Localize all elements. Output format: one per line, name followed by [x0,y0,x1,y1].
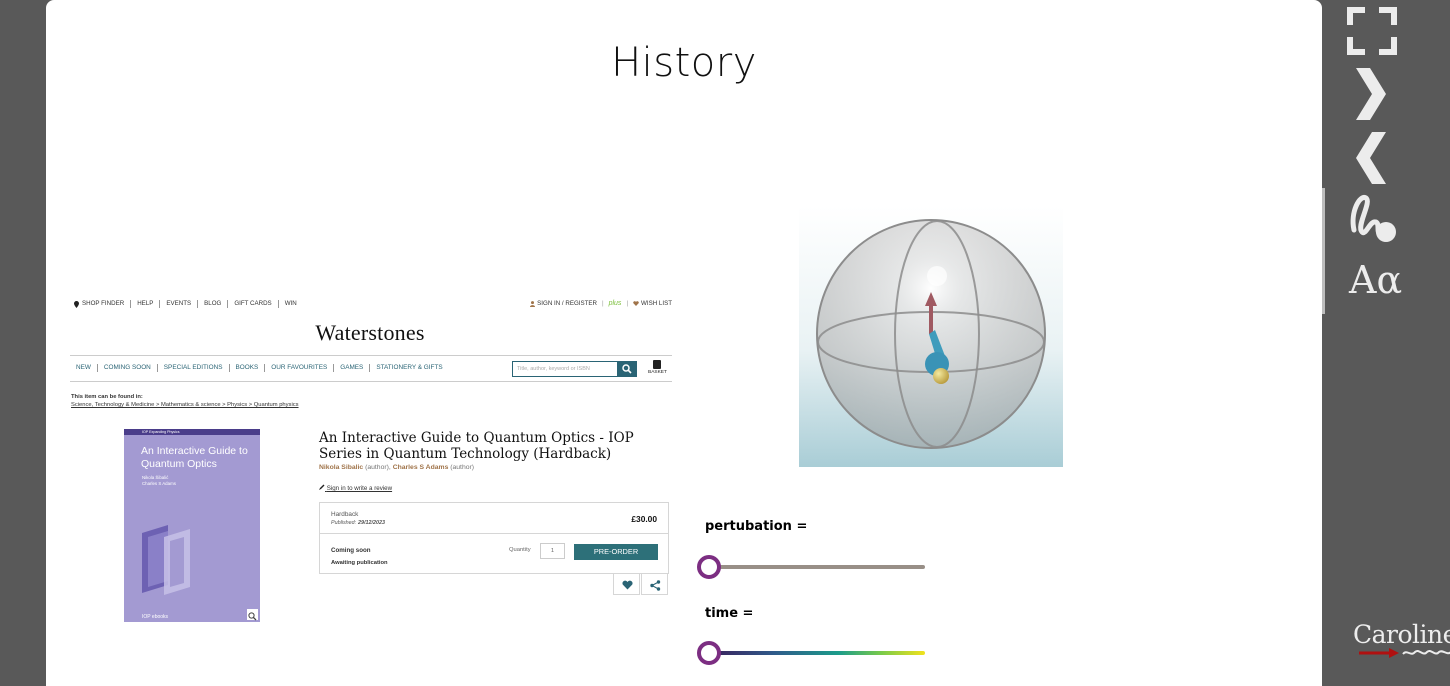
slide-title: History [611,40,757,86]
next-icon[interactable] [1346,66,1398,122]
ws-book-title: An Interactive Guide to Quantum Optics -… [319,430,634,462]
ws-menu-coming-soon: COMING SOON [98,364,158,372]
ws-wish-list: WISH LIST [641,300,672,307]
ws-price: £30.00 [631,514,657,524]
slide-scrollbar[interactable] [1322,188,1325,314]
ws-authors: Nikola Sibalic (author), Charles S Adams… [319,464,475,471]
book-cover: IOP Expanding Physics An Interactive Gui… [124,429,260,622]
ws-sign-in: SIGN IN / REGISTER [537,300,597,307]
ws-basket-label: BASKET [648,370,667,375]
ws-top-nav: SHOP FINDER HELP EVENTS BLOG GIFT CARDS … [74,300,303,308]
ws-nav-help: HELP [131,300,161,308]
cover-authors: Nikola Šibalić Charles S Adams [142,475,176,486]
ws-menu-games: GAMES [334,364,371,372]
perturbation-slider-knob[interactable] [697,555,721,579]
slide: History SHOP FINDER HELP EVENTS BLOG GIF… [46,0,1322,686]
cover-title: An Interactive Guide to Quantum Optics [141,445,248,470]
font-size-icon[interactable]: Aα [1349,258,1402,302]
ws-logo: Waterstones [315,320,425,345]
ws-review-link: Sign in to write a review [319,484,392,492]
map-pin-icon [74,300,79,308]
ws-nav-blog: BLOG [198,300,229,308]
ws-found-in: This item can be found in: Science, Tech… [71,394,299,408]
ws-account: SIGN IN / REGISTER | plus | WISH LIST [530,300,672,307]
ws-menu: NEW COMING SOON SPECIAL EDITIONS BOOKS O… [76,364,449,372]
ws-menu-bar: NEW COMING SOON SPECIAL EDITIONS BOOKS O… [70,355,672,382]
time-track[interactable] [709,651,925,655]
ws-search-button [618,361,637,377]
ws-nav-gift-cards: GIFT CARDS [228,300,279,308]
ws-preorder-button: PRE-ORDER [574,544,658,560]
bloch-sphere-view[interactable] [799,206,1063,467]
ws-menu-our-favourites: OUR FAVOURITES [265,364,335,372]
ws-breadcrumb: Science, Technology & Medicine > Mathema… [71,402,299,408]
ws-quantity-input: 1 [540,543,565,559]
cover-series: IOP Expanding Physics [142,430,180,434]
ws-menu-special-editions: SPECIAL EDITIONS [158,364,230,372]
time-label: time = [705,606,754,621]
ws-share-button [641,573,668,595]
waterstones-screenshot: SHOP FINDER HELP EVENTS BLOG GIFT CARDS … [70,296,672,626]
cover-graphic [142,525,190,595]
previous-icon[interactable] [1346,130,1398,186]
perturbation-label: pertubation = [705,519,808,534]
ws-availability: Coming soon Awaiting publication [331,547,388,566]
ws-search-input: Title, author, keyword or ISBN [512,361,618,377]
brand-logo: Caroline [1353,620,1450,658]
fullscreen-icon[interactable] [1346,6,1398,56]
ws-nav-win: WIN [284,300,297,307]
perturbation-track[interactable] [709,565,925,569]
ws-buy-box: Hardback Published: 29/12/2023 £30.00 Co… [319,502,669,574]
basket-icon [653,360,661,369]
ws-found-in-label: This item can be found in: [71,394,143,400]
ws-quantity-label: Quantity [509,547,531,553]
ws-basket: BASKET [648,360,667,375]
ws-wishlist-button [613,573,640,595]
pen-icon[interactable] [1346,192,1398,248]
ws-format: Hardback Published: 29/12/2023 [331,511,385,526]
ws-menu-books: BOOKS [230,364,266,372]
pencil-icon [319,484,325,490]
time-slider-knob[interactable] [697,641,721,665]
ws-menu-stationery: STATIONERY & GIFTS [376,364,443,371]
heart-icon [622,580,633,590]
search-icon [622,364,632,374]
ws-nav-events: EVENTS [160,300,199,308]
ws-nav-shop-finder: SHOP FINDER [82,300,132,308]
ws-menu-new: NEW [76,364,98,372]
zoom-icon [247,609,258,621]
cover-publisher: IOP ebooks [142,614,169,620]
bloch-sphere [816,219,1046,449]
ws-plus-logo: plus [608,300,622,307]
heart-icon [633,301,639,306]
user-icon [530,300,536,307]
share-icon [650,580,661,591]
